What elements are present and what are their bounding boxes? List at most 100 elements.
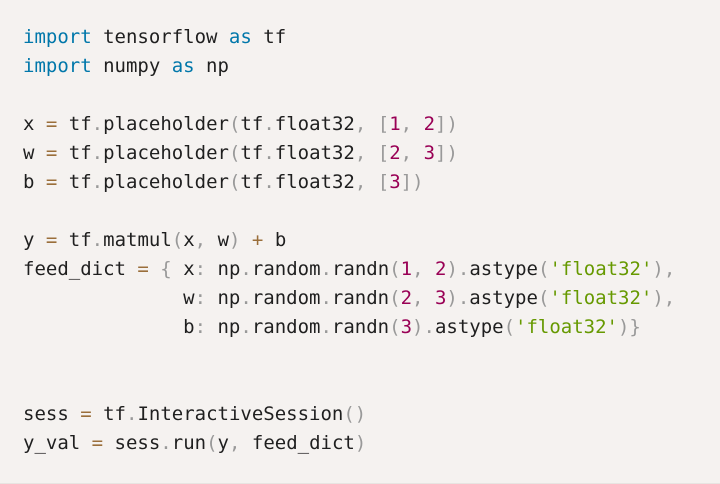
code-punctuation: ]) (435, 142, 458, 164)
code-number: 2 (389, 142, 401, 164)
code-number: 3 (434, 287, 447, 309)
code-punctuation: : (194, 258, 207, 280)
code-text: randn (331, 258, 390, 280)
code-punctuation: , (194, 229, 207, 251)
code-punctuation: : (194, 287, 207, 309)
code-line: import tensorflow as tf (23, 23, 675, 52)
code-string: 'float32' (549, 287, 653, 309)
code-punctuation: ) (354, 432, 367, 454)
code-text: float32 (274, 113, 355, 135)
code-punctuation: ]) (435, 113, 458, 135)
code-text: placeholder (103, 113, 229, 135)
code-text: random (251, 258, 321, 280)
code-string: 'float32' (515, 316, 618, 338)
code-text: np (206, 258, 241, 280)
code-punctuation: . (240, 316, 252, 338)
code-punctuation: ( (228, 142, 241, 164)
code-punctuation: . (91, 171, 104, 193)
code-text: randn (331, 316, 390, 338)
code-text: tf (57, 142, 92, 164)
code-text: sess (23, 403, 81, 425)
code-punctuation: ( (389, 258, 401, 280)
code-number: 1 (400, 258, 413, 280)
code-text: matmul (103, 229, 172, 251)
code-text: np (206, 287, 241, 309)
code-punctuation: . (91, 113, 104, 135)
code-line: import numpy as np (23, 52, 675, 81)
code-text: w (23, 142, 46, 164)
code-line: sess = tf.InteractiveSession() (23, 400, 675, 429)
code-text: tf (57, 229, 92, 251)
code-text: tf (240, 171, 264, 193)
code-punctuation: . (125, 403, 138, 425)
code-text: np (206, 316, 241, 338)
code-text: tf (240, 142, 264, 164)
code-text: tf (240, 113, 264, 135)
code-line: w = tf.placeholder(tf.float32, [2, 3]) (23, 139, 675, 168)
code-punctuation: , (354, 171, 367, 193)
code-text: placeholder (103, 171, 229, 193)
code-punctuation: , (228, 432, 241, 454)
code-text: float32 (274, 142, 355, 164)
code-punctuation: : (194, 316, 207, 338)
code-number: 1 (389, 113, 401, 135)
code-operator: = (45, 142, 58, 164)
code-keyword: import (23, 26, 92, 48)
code-text: tf (57, 113, 92, 135)
code-punctuation: . (240, 287, 252, 309)
code-text: astype (469, 258, 538, 280)
code-punctuation: ( (537, 258, 550, 280)
code-punctuation: ) (446, 287, 458, 309)
code-text: w (206, 229, 230, 251)
code-number: 2 (423, 113, 436, 135)
code-punctuation: ( (503, 316, 516, 338)
code-text: random (251, 287, 321, 309)
code-punctuation: [ (377, 113, 390, 135)
code-text: w (23, 287, 195, 309)
code-punctuation: ) (412, 316, 424, 338)
code-punctuation: . (423, 316, 435, 338)
code-text: sess (103, 432, 161, 454)
code-keyword: as (228, 26, 252, 48)
code-punctuation: , (412, 258, 424, 280)
code-punctuation: . (457, 287, 470, 309)
code-punctuation: . (160, 432, 172, 454)
code-keyword: import (23, 55, 92, 77)
code-operator: + (251, 229, 264, 251)
code-operator: = (91, 432, 104, 454)
code-punctuation: , (354, 113, 367, 135)
code-text: tf (57, 171, 92, 193)
code-text: x (23, 113, 46, 135)
code-text: tf (91, 403, 126, 425)
code-string: 'float32' (549, 258, 653, 280)
code-text: run (171, 432, 207, 454)
code-text: b (263, 229, 287, 251)
code-punctuation: ( (389, 287, 401, 309)
code-text: tensorflow (91, 26, 229, 48)
code-punctuation: ]) (400, 171, 424, 193)
code-punctuation: [ (377, 142, 390, 164)
code-line: y = tf.matmul(x, w) + b (23, 226, 675, 255)
code-punctuation: ( (171, 229, 184, 251)
code-text: InteractiveSession (137, 403, 344, 425)
code-punctuation: ), (652, 287, 676, 309)
code-panel: import tensorflow as tf import numpy as n… (0, 0, 720, 484)
code-punctuation: . (457, 258, 470, 280)
code-text: y_val (23, 432, 92, 454)
code-punctuation: . (263, 171, 275, 193)
code-text: np (194, 55, 229, 77)
code-punctuation: ( (537, 287, 550, 309)
code-number: 2 (434, 258, 447, 280)
code-text: astype (469, 287, 538, 309)
code-keyword: as (171, 55, 195, 77)
code-text: float32 (274, 171, 355, 193)
code-number: 2 (400, 287, 413, 309)
